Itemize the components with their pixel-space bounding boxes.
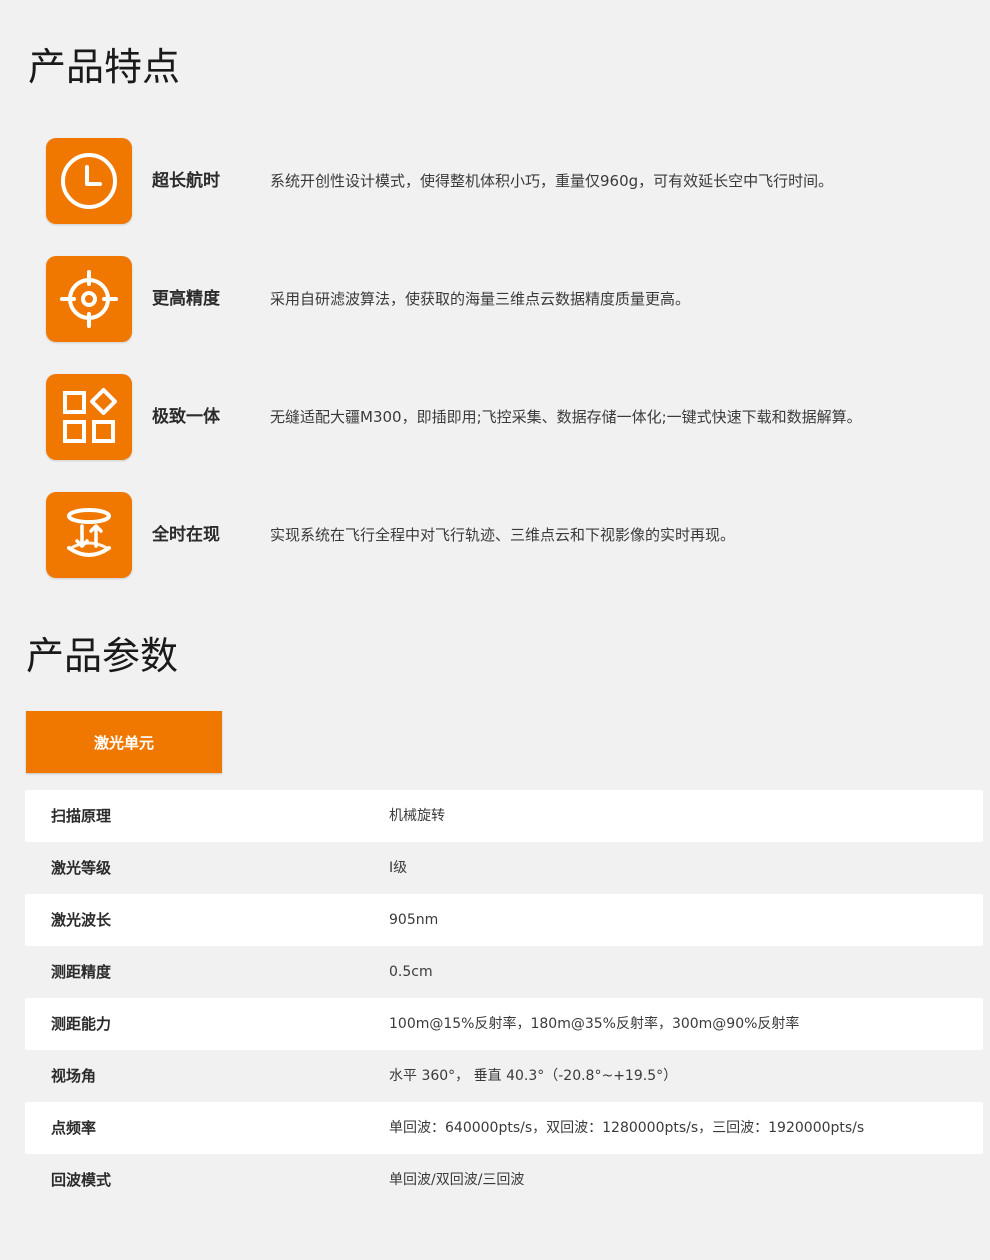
feature-description: 无缝适配大疆M300，即插即用;飞控采集、数据存储一体化;一键式快速下载和数据解… <box>270 408 862 426</box>
feature-item-realtime: 全时在现 实现系统在飞行全程中对飞行轨迹、三维点云和下视影像的实时再现。 <box>46 492 946 578</box>
param-label: 激光波长 <box>51 911 112 929</box>
feature-title: 更高精度 <box>152 289 220 309</box>
feature-item-endurance: 超长航时 系统开创性设计模式，使得整机体积小巧，重量仅960g，可有效延长空中飞… <box>46 138 946 224</box>
feature-title: 超长航时 <box>152 171 220 191</box>
feature-description: 系统开创性设计模式，使得整机体积小巧，重量仅960g，可有效延长空中飞行时间。 <box>270 172 834 190</box>
param-label: 扫描原理 <box>51 807 112 825</box>
table-row: 测距能力 100m@15%反射率，180m@35%反射率，300m@90%反射率 <box>25 998 983 1050</box>
param-label: 测距能力 <box>51 1015 112 1033</box>
tab-laser-unit[interactable]: 激光单元 <box>26 711 222 773</box>
feature-title: 极致一体 <box>152 407 220 427</box>
param-value: 单回波/双回波/三回波 <box>389 1172 525 1188</box>
param-label: 点频率 <box>51 1119 97 1137</box>
param-value: 0.5cm <box>389 964 433 980</box>
param-value: 单回波：640000pts/s，双回波：1280000pts/s，三回波：192… <box>389 1120 865 1136</box>
feature-description: 采用自研滤波算法，使获取的海量三维点云数据精度质量更高。 <box>270 290 691 308</box>
params-table: 扫描原理 机械旋转 激光等级 I级 激光波长 905nm 测距精度 0.5cm … <box>25 790 983 1206</box>
features-section-title: 产品特点 <box>28 45 181 89</box>
param-value: 905nm <box>389 912 439 928</box>
feature-title: 全时在现 <box>152 525 220 545</box>
param-value: I级 <box>389 860 408 876</box>
param-value: 水平 360°， 垂直 40.3°（-20.8°~+19.5°） <box>389 1068 678 1084</box>
param-label: 视场角 <box>51 1067 97 1085</box>
params-section-title: 产品参数 <box>26 634 179 678</box>
feature-item-integration: 极致一体 无缝适配大疆M300，即插即用;飞控采集、数据存储一体化;一键式快速下… <box>46 374 946 460</box>
integration-grid-icon <box>46 374 132 460</box>
realtime-replay-icon <box>46 492 132 578</box>
table-row: 激光波长 905nm <box>25 894 983 946</box>
table-row: 测距精度 0.5cm <box>25 946 983 998</box>
table-row: 扫描原理 机械旋转 <box>25 790 983 842</box>
param-value: 100m@15%反射率，180m@35%反射率，300m@90%反射率 <box>389 1016 800 1032</box>
table-row: 激光等级 I级 <box>25 842 983 894</box>
crosshair-icon <box>46 256 132 342</box>
param-label: 激光等级 <box>51 859 112 877</box>
feature-item-precision: 更高精度 采用自研滤波算法，使获取的海量三维点云数据精度质量更高。 <box>46 256 946 342</box>
table-row: 视场角 水平 360°， 垂直 40.3°（-20.8°~+19.5°） <box>25 1050 983 1102</box>
param-label: 测距精度 <box>51 963 112 981</box>
feature-description: 实现系统在飞行全程中对飞行轨迹、三维点云和下视影像的实时再现。 <box>270 526 736 544</box>
clock-icon <box>46 138 132 224</box>
param-value: 机械旋转 <box>389 808 445 824</box>
param-label: 回波模式 <box>51 1171 112 1189</box>
table-row: 回波模式 单回波/双回波/三回波 <box>25 1154 983 1206</box>
table-row: 点频率 单回波：640000pts/s，双回波：1280000pts/s，三回波… <box>25 1102 983 1154</box>
